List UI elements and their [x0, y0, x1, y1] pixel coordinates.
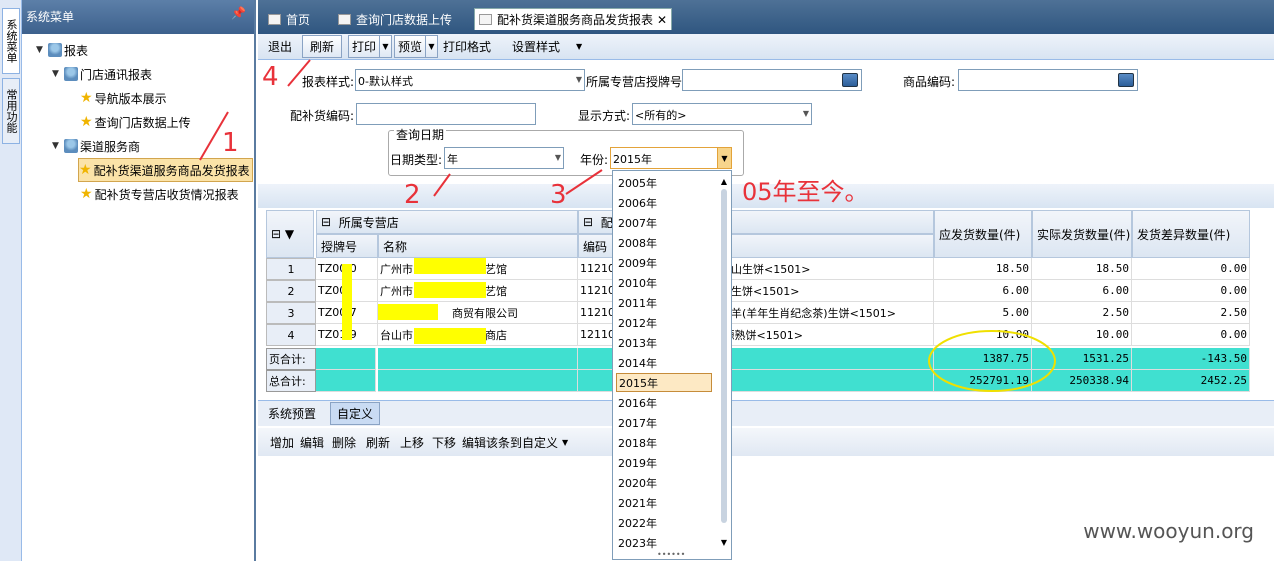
main-panel: 首页 查询门店数据上传 配补货渠道服务商品发货报表 ✕ 退出 刷新 打印 ▼ 预览 ▼…	[199, 0, 1274, 561]
watermark: www.wooyun.org	[1083, 519, 1254, 543]
annotation-arrow-2	[433, 173, 451, 197]
annotation-layer-left	[199, 111, 229, 161]
annotation-2: 2	[404, 180, 421, 210]
highlight-ellipse	[928, 330, 1056, 392]
annotation-arrow-4	[287, 59, 311, 87]
annotation-4: 4	[262, 62, 279, 92]
annotation-1: 1	[222, 128, 239, 158]
annotation-note: 05年至今。	[742, 178, 869, 206]
annotation-arrow-3	[565, 169, 603, 195]
annotation-3: 3	[550, 180, 567, 210]
annotation-layer	[287, 59, 1056, 392]
